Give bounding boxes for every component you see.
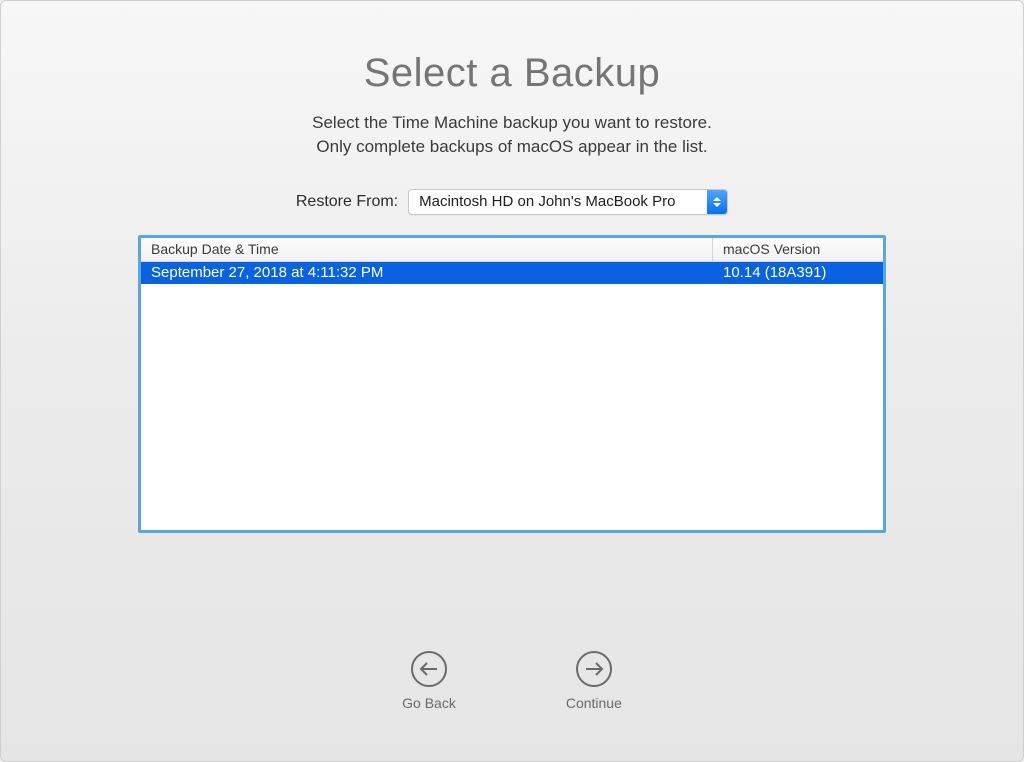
column-header-date[interactable]: Backup Date & Time bbox=[141, 238, 713, 261]
restore-source-dropdown[interactable]: Macintosh HD on John's MacBook Pro bbox=[408, 189, 728, 215]
chevron-up-icon bbox=[713, 197, 721, 201]
table-body[interactable]: September 27, 2018 at 4:11:32 PM 10.14 (… bbox=[141, 262, 883, 530]
go-back-label: Go Back bbox=[402, 695, 456, 711]
restore-from-label: Restore From: bbox=[296, 193, 398, 211]
column-header-version[interactable]: macOS Version bbox=[713, 238, 883, 261]
footer-nav: Go Back Continue bbox=[1, 651, 1023, 711]
dropdown-selected-value: Macintosh HD on John's MacBook Pro bbox=[409, 193, 707, 210]
select-backup-window: Select a Backup Select the Time Machine … bbox=[0, 0, 1024, 762]
table-header: Backup Date & Time macOS Version bbox=[141, 238, 883, 262]
page-title: Select a Backup bbox=[41, 51, 983, 96]
chevron-down-icon bbox=[713, 203, 721, 207]
page-subtitle: Select the Time Machine backup you want … bbox=[41, 111, 983, 159]
table-row[interactable]: September 27, 2018 at 4:11:32 PM 10.14 (… bbox=[141, 262, 883, 284]
restore-from-row: Restore From: Macintosh HD on John's Mac… bbox=[41, 189, 983, 215]
row-date-cell: September 27, 2018 at 4:11:32 PM bbox=[141, 264, 713, 281]
dropdown-stepper-icon bbox=[707, 190, 727, 214]
row-version-cell: 10.14 (18A391) bbox=[713, 264, 883, 281]
continue-button[interactable]: Continue bbox=[566, 651, 622, 711]
continue-label: Continue bbox=[566, 695, 622, 711]
subtitle-line-1: Select the Time Machine backup you want … bbox=[312, 113, 712, 132]
go-back-button[interactable]: Go Back bbox=[402, 651, 456, 711]
backups-table: Backup Date & Time macOS Version Septemb… bbox=[138, 235, 886, 533]
subtitle-line-2: Only complete backups of macOS appear in… bbox=[316, 137, 707, 156]
arrow-left-icon bbox=[411, 651, 447, 687]
arrow-right-icon bbox=[576, 651, 612, 687]
